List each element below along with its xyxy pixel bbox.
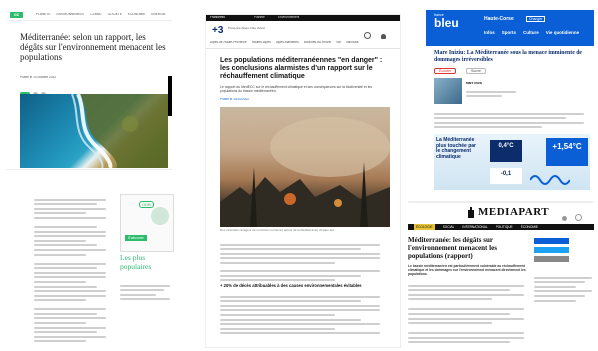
nav-item[interactable]: CLIMAT [91, 13, 102, 17]
screenshot-article-coast: oz PLANÈTE ENVIRONNEMENT CLIMAT SOCIÉTÉ … [6, 10, 172, 170]
top-utility-bar [408, 198, 594, 205]
tab[interactable]: POLITIQUE [496, 224, 513, 230]
article-title: Les populations méditerranéennes "en dan… [220, 57, 383, 80]
article-title: Mare Iniziu: La Méditerranée sous la men… [434, 50, 583, 63]
france3-logo[interactable]: +3 [212, 25, 223, 36]
infographic-title: La Méditerranée plus touchée par le chan… [436, 137, 477, 160]
nav-item[interactable]: Bouches-du-Rhône [304, 41, 331, 45]
tab[interactable]: ÉCOLOGIE [414, 224, 435, 230]
top-bar: Franceinfo Planète Environnement [206, 15, 400, 21]
publish-meta: Publié le 10 octobre 2022 [20, 76, 57, 79]
related-list [534, 274, 592, 304]
nav-item[interactable]: Vaucluse [346, 41, 359, 45]
screenshot-article-text: ODB S'abonner Les plus populaires [10, 186, 174, 346]
nav-item[interactable]: Sports [502, 30, 516, 35]
site-header: oz PLANÈTE ENVIRONNEMENT CLIMAT SOCIÉTÉ … [6, 10, 172, 21]
nav-item[interactable]: Vie quotidienne [546, 30, 579, 35]
nav-item[interactable]: Hautes-Alpes [252, 41, 271, 45]
wave-icon [530, 175, 570, 185]
stat-box: -0,1 [490, 168, 522, 184]
dark-sidebar-bar [168, 76, 172, 116]
article-title: Méditerranée: selon un rapport, les dégâ… [20, 32, 166, 62]
nav-tab[interactable]: Environnement [278, 16, 299, 20]
nav-tab[interactable]: Planète [254, 16, 265, 20]
author-photo [434, 78, 462, 104]
nav-item[interactable]: Alpes-de-Haute-Provence [210, 41, 247, 45]
nav-item[interactable]: ÉCONOMIE [128, 13, 145, 17]
header-icons[interactable] [364, 26, 387, 44]
article-body [220, 241, 380, 284]
tab[interactable]: SOCIAL [443, 224, 455, 230]
coastline-photo [20, 94, 168, 168]
nav-item[interactable]: Alpes-Maritimes [276, 41, 299, 45]
popular-heading: Les plus populaires [120, 253, 152, 271]
nav-item[interactable]: ÉNERGIE [151, 13, 165, 17]
station-name: Haute-Corse [484, 16, 514, 22]
sidebar-ad: ODB S'abonner [120, 194, 174, 252]
listen-button[interactable]: Écouter [434, 68, 457, 74]
stat-box: +1,54°C [546, 138, 588, 166]
nav-item[interactable]: Culture [523, 30, 539, 35]
section-tabs: ÉCOLOGIE SOCIAL INTERNATIONAL POLITIQUE … [408, 224, 594, 230]
mediapart-hand-icon [468, 207, 474, 218]
article-body [408, 282, 524, 346]
change-station-button[interactable]: Changer [526, 16, 546, 22]
bleu-logo[interactable]: france bleu [434, 13, 459, 29]
article-lede: Le rapport du MedECC sur le réchauffemen… [220, 85, 373, 94]
article-body-2 [220, 293, 380, 337]
section-heading: + 20% de décès attribuables à des causes… [220, 283, 362, 288]
share-sidebar[interactable] [534, 238, 592, 265]
byline: Publié le 10/10/2022 [220, 98, 250, 101]
stat-box: 0,4°C [490, 140, 522, 162]
search-icon[interactable] [364, 32, 371, 39]
regional-nav: Alpes-de-Haute-Provence Hautes-Alpes Alp… [210, 41, 359, 45]
tab[interactable]: ÉCONOMIE [521, 224, 538, 230]
wildfire-photo [220, 107, 390, 227]
user-icon[interactable] [562, 216, 567, 221]
nav-item[interactable]: Infos [484, 30, 495, 35]
screenshot-france3: Franceinfo Planète Environnement +3 Prov… [205, 14, 401, 348]
bleu-header: france bleu Haute-Corse Changer Infos Sp… [426, 10, 594, 46]
author-name: Mare Iniziu [466, 82, 483, 85]
screenshot-france-bleu: france bleu Haute-Corse Changer Infos Sp… [426, 10, 594, 192]
nav-item[interactable]: SOCIÉTÉ [108, 13, 122, 17]
article-lede [434, 110, 584, 131]
nav-item[interactable]: Var [336, 41, 341, 45]
search-icon[interactable] [575, 214, 583, 221]
article-title: Méditerranée: les dégâts sur l'environne… [408, 236, 497, 260]
article-lede: Le bassin méditerranéen est particulière… [408, 264, 526, 276]
bleu-nav: Infos Sports Culture Vie quotidienne [484, 30, 579, 35]
ad-badge: ODB [139, 201, 154, 208]
brand-line[interactable]: Franceinfo [210, 16, 225, 20]
screenshot-mediapart: MEDIAPART ÉCOLOGIE SOCIAL INTERNATIONAL … [402, 198, 598, 350]
subscribe-button[interactable]: S'abonner [125, 235, 147, 241]
follow-button[interactable]: Suivre [466, 68, 486, 74]
tab[interactable]: INTERNATIONAL [462, 224, 487, 230]
nav-item[interactable]: PLANÈTE [36, 13, 51, 17]
site-logo[interactable]: oz [10, 12, 23, 18]
mediapart-logo[interactable]: MEDIAPART [466, 206, 549, 218]
nav-item[interactable]: ENVIRONNEMENT [57, 13, 85, 17]
article-body [34, 196, 106, 345]
author-bio [466, 88, 516, 100]
region-name: Provence Alpes Côte d'Azur [228, 27, 266, 30]
user-icon[interactable] [381, 34, 387, 39]
photo-caption: Des incendies ravagent de nombreux terri… [220, 228, 335, 232]
popular-list [120, 282, 170, 303]
infographic: La Méditerranée plus touchée par le chan… [434, 134, 590, 190]
